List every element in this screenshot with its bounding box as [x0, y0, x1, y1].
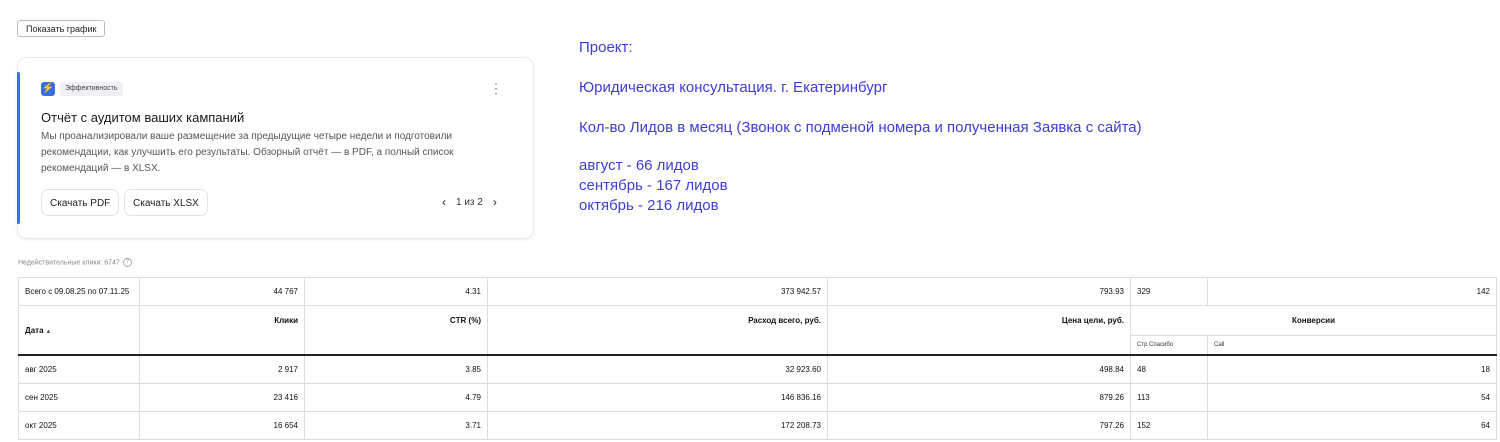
note-line: октябрь - 216 лидов [579, 197, 719, 214]
column-header-date[interactable]: Дата ▲ [18, 305, 140, 356]
cell-clicks: 23 416 [139, 383, 305, 412]
cell-thanks: 113 [1130, 383, 1208, 412]
cell-ctr: 3.85 [304, 354, 488, 384]
cell-date: окт 2025 [18, 411, 140, 440]
cell-call: 64 [1207, 411, 1497, 440]
date-header-label: Дата [25, 325, 44, 335]
column-header-call[interactable]: Call [1207, 335, 1497, 356]
cell-goal-cost: 498.84 [827, 354, 1131, 384]
cell-spend: 146 836.16 [487, 383, 828, 412]
header-row: Дата ▲ Клики CTR (%) Расход всего, руб. Ц… [18, 305, 1497, 356]
total-clicks: 44 767 [139, 277, 305, 306]
total-spend: 373 942.57 [487, 277, 828, 306]
total-ctr: 4.31 [304, 277, 488, 306]
chevron-right-icon[interactable]: › [489, 195, 501, 209]
cell-clicks: 2 917 [139, 354, 305, 384]
table-row: окт 2025 16 654 3.71 172 208.73 797.26 1… [18, 411, 1497, 440]
total-call: 142 [1207, 277, 1497, 306]
card-description: Мы проанализировали ваше размещение за п… [41, 131, 454, 174]
column-header-goal-cost[interactable]: Цена цели, руб. [827, 305, 1131, 356]
cell-date: сен 2025 [18, 383, 140, 412]
chevron-left-icon[interactable]: ‹ [438, 195, 450, 209]
column-header-clicks[interactable]: Клики [139, 305, 305, 356]
download-xlsx-button[interactable]: Скачать XLSX [124, 189, 208, 216]
sort-asc-icon: ▲ [45, 328, 52, 335]
column-header-thanks-page[interactable]: Стр Спасибо [1130, 335, 1208, 356]
cell-ctr: 4.79 [304, 383, 488, 412]
note-line: Юридическая консультация. г. Екатеринбур… [579, 79, 888, 96]
note-line: сентябрь - 167 лидов [579, 177, 728, 194]
cell-call: 54 [1207, 383, 1497, 412]
note-line: Проект: [579, 39, 633, 56]
total-thanks: 329 [1130, 277, 1208, 306]
efficiency-badge: Эффективность [60, 82, 123, 96]
stats-table: Всего с 09.08.25 по 07.11.25 44 767 4.31… [18, 277, 1497, 440]
total-goal-cost: 793.93 [827, 277, 1131, 306]
card-accent-bar [17, 72, 20, 224]
cell-goal-cost: 797.26 [827, 411, 1131, 440]
table-row: сен 2025 23 416 4.79 146 836.16 879.26 1… [18, 383, 1497, 412]
column-header-ctr[interactable]: CTR (%) [304, 305, 488, 356]
invalid-clicks-label: Недействительные клики: 6747? [18, 258, 132, 267]
cell-spend: 32 923.60 [487, 354, 828, 384]
totals-row: Всего с 09.08.25 по 07.11.25 44 767 4.31… [18, 277, 1497, 306]
show-chart-button[interactable]: Показать график [17, 20, 106, 37]
column-header-spend[interactable]: Расход всего, руб. [487, 305, 828, 356]
audit-report-card: ⚡ Эффективность ⋮ Отчёт с аудитом ваших … [17, 57, 534, 239]
card-pager: ‹ 1 из 2 › [438, 195, 501, 209]
help-icon[interactable]: ? [122, 258, 132, 267]
card-title: Отчёт с аудитом ваших кампаний [41, 110, 245, 125]
cell-date: авг 2025 [18, 354, 140, 384]
project-note: Проект: Юридическая консультация. г. Ека… [579, 38, 1142, 216]
lightning-icon: ⚡ [41, 82, 55, 96]
cell-spend: 172 208.73 [487, 411, 828, 440]
cell-goal-cost: 879.26 [827, 383, 1131, 412]
note-line: Кол-во Лидов в месяц (Звонок с подменой … [579, 119, 1142, 136]
pager-label: 1 из 2 [456, 196, 483, 208]
table-row: авг 2025 2 917 3.85 32 923.60 498.84 48 … [18, 354, 1497, 384]
cell-ctr: 3.71 [304, 411, 488, 440]
invalid-clicks-text: Недействительные клики: 6747 [18, 259, 120, 267]
download-pdf-button[interactable]: Скачать PDF [41, 189, 120, 216]
cell-call: 18 [1207, 354, 1497, 384]
column-header-conversions[interactable]: Конверсии [1130, 305, 1497, 336]
note-line: август - 66 лидов [579, 157, 699, 174]
total-period: Всего с 09.08.25 по 07.11.25 [18, 277, 140, 306]
cell-clicks: 16 654 [139, 411, 305, 440]
cell-thanks: 152 [1130, 411, 1208, 440]
more-options-icon[interactable]: ⋮ [489, 79, 503, 97]
cell-thanks: 48 [1130, 354, 1208, 384]
